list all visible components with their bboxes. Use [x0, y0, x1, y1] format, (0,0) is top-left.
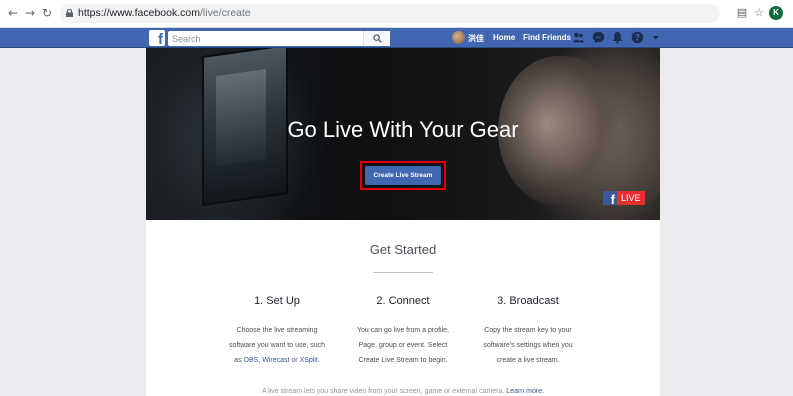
help-icon[interactable]: ? — [631, 31, 644, 44]
back-arrow-icon[interactable]: ← — [6, 6, 20, 20]
reload-icon[interactable]: ↻ — [40, 6, 54, 20]
url-path: /live/create — [199, 7, 251, 19]
divider — [518, 33, 519, 43]
step-line: Copy the stream key to your — [484, 327, 572, 334]
learn-more-link[interactable]: Learn more. — [506, 388, 544, 395]
browser-toolbar: ← → ↻ https://www.facebook.com/live/crea… — [0, 0, 793, 28]
home-link[interactable]: Home — [493, 33, 515, 42]
user-avatar[interactable] — [452, 31, 465, 44]
xsplit-link[interactable]: XSplit — [300, 357, 318, 364]
messenger-icon[interactable] — [592, 31, 605, 44]
step-title: 3. Broadcast — [497, 295, 559, 307]
divider — [373, 272, 433, 273]
facebook-top-bar: f 洪佳 Home Find Friends ? — [0, 28, 793, 48]
step-description: Copy the stream key to your software's s… — [453, 323, 603, 368]
live-label: LIVE — [617, 191, 645, 205]
step-broadcast: 3. Broadcast Copy the stream key to your… — [453, 295, 603, 368]
notifications-icon[interactable] — [611, 31, 624, 44]
hero-banner: Go Live With Your Gear Create Live Strea… — [146, 48, 660, 220]
search-icon — [373, 34, 382, 43]
star-icon[interactable]: ☆ — [752, 6, 766, 20]
create-live-stream-button[interactable]: Create Live Stream — [365, 166, 441, 185]
facebook-logo-icon[interactable]: f — [149, 30, 165, 46]
find-friends-link[interactable]: Find Friends — [523, 33, 571, 42]
friend-requests-icon[interactable] — [572, 31, 585, 44]
profile-avatar[interactable]: K — [769, 6, 783, 20]
svg-text:?: ? — [635, 34, 640, 44]
step-text: or — [289, 357, 300, 364]
obs-link[interactable]: OBS — [244, 357, 259, 364]
get-started-card: Get Started 1. Set Up Choose the live st… — [146, 220, 660, 396]
step-line: software's settings when you — [483, 342, 573, 349]
search-input[interactable] — [168, 31, 390, 46]
step-text: as — [234, 357, 244, 364]
get-started-title: Get Started — [369, 242, 437, 257]
wirecast-link[interactable]: Wirecast — [262, 357, 289, 364]
forward-arrow-icon[interactable]: → — [23, 6, 37, 20]
footnote: A live stream lets you share video from … — [146, 388, 660, 395]
translate-icon[interactable]: ▤ — [735, 6, 749, 20]
divider — [487, 33, 488, 43]
facebook-live-badge: f LIVE — [603, 191, 645, 205]
url-host: https://www.facebook.com — [78, 7, 200, 19]
url-text: https://www.facebook.com/live/create — [78, 7, 251, 19]
step-text: . — [317, 357, 320, 364]
search-button[interactable] — [363, 31, 390, 46]
address-bar[interactable]: https://www.facebook.com/live/create — [60, 4, 720, 23]
user-name-link[interactable]: 洪佳 — [468, 33, 484, 44]
step-line: create a live stream. — [496, 357, 560, 364]
facebook-f-icon: f — [603, 191, 617, 205]
lock-icon — [66, 9, 73, 17]
account-menu-caret-icon[interactable] — [651, 33, 660, 42]
hero-title: Go Live With Your Gear — [287, 117, 519, 142]
footnote-text: A live stream lets you share video from … — [261, 388, 507, 395]
